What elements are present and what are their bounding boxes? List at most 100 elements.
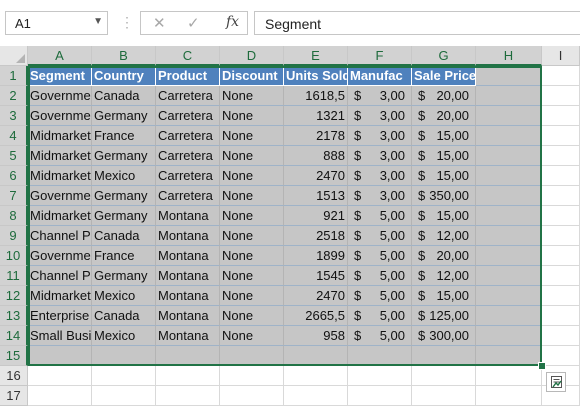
empty-cell[interactable] [156,346,220,366]
table-cell[interactable]: None [220,226,284,246]
row-header-1[interactable]: 1 [0,66,28,86]
empty-cell[interactable] [476,206,542,226]
table-cell[interactable]: None [220,146,284,166]
table-cell[interactable]: Montana [156,206,220,226]
table-cell[interactable]: Montana [156,246,220,266]
empty-cell[interactable] [284,386,348,406]
currency-cell[interactable]: $15,00 [412,146,476,166]
table-cell[interactable]: Midmarket [28,206,92,226]
table-cell[interactable]: Mexico [92,326,156,346]
empty-cell[interactable] [28,366,92,386]
row-header-6[interactable]: 6 [0,166,28,186]
empty-cell[interactable] [156,366,220,386]
empty-cell[interactable] [476,126,542,146]
column-header-f[interactable]: F [348,46,412,66]
table-cell[interactable]: 921 [284,206,348,226]
column-header-h[interactable]: H [476,46,542,66]
empty-cell[interactable] [476,186,542,206]
currency-cell[interactable]: $5,00 [348,306,412,326]
table-cell[interactable]: Enterprise [28,306,92,326]
column-header-d[interactable]: D [220,46,284,66]
empty-cell[interactable] [476,66,542,86]
column-header-c[interactable]: C [156,46,220,66]
empty-cell[interactable] [542,186,580,206]
empty-cell[interactable] [476,106,542,126]
table-cell[interactable]: None [220,86,284,106]
table-cell[interactable]: 2470 [284,286,348,306]
empty-cell[interactable] [542,86,580,106]
chevron-down-icon[interactable]: ▼ [93,16,103,27]
table-cell[interactable]: None [220,306,284,326]
table-cell[interactable]: Montana [156,306,220,326]
currency-cell[interactable]: $5,00 [348,206,412,226]
empty-cell[interactable] [542,346,580,366]
empty-cell[interactable] [348,366,412,386]
empty-cell[interactable] [476,326,542,346]
table-cell[interactable]: 958 [284,326,348,346]
table-cell[interactable]: France [92,126,156,146]
row-header-9[interactable]: 9 [0,226,28,246]
drag-handle-icon[interactable]: ⋮ [120,14,134,31]
empty-cell[interactable] [476,146,542,166]
currency-cell[interactable]: $5,00 [348,266,412,286]
table-cell[interactable]: None [220,126,284,146]
currency-cell[interactable]: $125,00 [412,306,476,326]
table-cell[interactable]: Germany [92,206,156,226]
currency-cell[interactable]: $350,00 [412,186,476,206]
table-cell[interactable]: 1899 [284,246,348,266]
currency-cell[interactable]: $3,00 [348,166,412,186]
table-cell[interactable]: Midmarket [28,166,92,186]
table-cell[interactable]: Germany [92,186,156,206]
table-cell[interactable]: Mexico [92,166,156,186]
table-cell[interactable]: None [220,326,284,346]
table-cell[interactable]: Montana [156,286,220,306]
currency-cell[interactable]: $12,00 [412,226,476,246]
table-cell[interactable]: Montana [156,326,220,346]
table-cell[interactable]: 888 [284,146,348,166]
empty-cell[interactable] [542,266,580,286]
empty-cell[interactable] [348,346,412,366]
table-cell[interactable]: None [220,266,284,286]
empty-cell[interactable] [542,206,580,226]
empty-cell[interactable] [476,226,542,246]
table-cell[interactable]: France [92,246,156,266]
empty-cell[interactable] [28,386,92,406]
row-header-15[interactable]: 15 [0,346,28,366]
row-header-5[interactable]: 5 [0,146,28,166]
currency-cell[interactable]: $15,00 [412,166,476,186]
empty-cell[interactable] [92,346,156,366]
empty-cell[interactable] [476,306,542,326]
row-header-16[interactable]: 16 [0,366,28,386]
empty-cell[interactable] [542,66,580,86]
table-cell[interactable]: Midmarket [28,126,92,146]
empty-cell[interactable] [412,386,476,406]
empty-cell[interactable] [412,346,476,366]
currency-cell[interactable]: $15,00 [412,206,476,226]
column-header-g[interactable]: G [412,46,476,66]
table-cell[interactable]: Small Business [28,326,92,346]
empty-cell[interactable] [92,386,156,406]
empty-cell[interactable] [476,166,542,186]
name-box[interactable]: A1 ▼ [5,11,108,35]
currency-cell[interactable]: $20,00 [412,86,476,106]
table-cell[interactable]: None [220,206,284,226]
table-header-cell[interactable]: Segment [28,66,92,86]
table-header-cell[interactable]: Manufac [348,66,412,86]
table-cell[interactable]: Mexico [92,286,156,306]
table-cell[interactable]: 2518 [284,226,348,246]
empty-cell[interactable] [284,366,348,386]
empty-cell[interactable] [542,286,580,306]
table-cell[interactable]: Midmarket [28,146,92,166]
row-header-4[interactable]: 4 [0,126,28,146]
table-cell[interactable]: Germany [92,106,156,126]
currency-cell[interactable]: $300,00 [412,326,476,346]
currency-cell[interactable]: $3,00 [348,186,412,206]
empty-cell[interactable] [542,106,580,126]
table-cell[interactable]: Carretera [156,186,220,206]
check-icon[interactable]: ✓ [187,14,200,32]
empty-cell[interactable] [220,366,284,386]
empty-cell[interactable] [476,246,542,266]
currency-cell[interactable]: $5,00 [348,246,412,266]
currency-cell[interactable]: $20,00 [412,246,476,266]
select-all-button[interactable] [0,46,28,66]
